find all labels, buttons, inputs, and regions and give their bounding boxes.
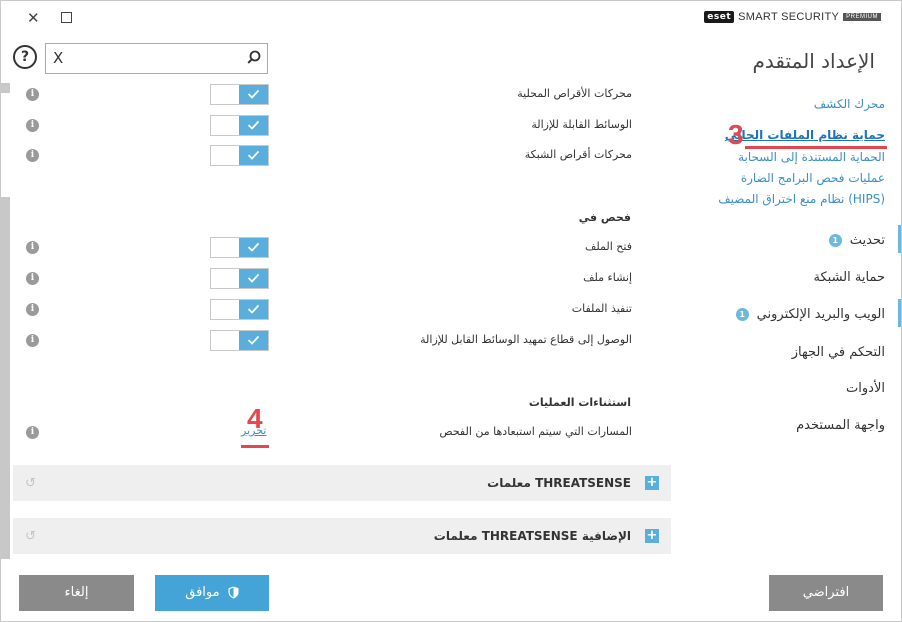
info-icon[interactable]: i [26, 149, 39, 162]
info-icon[interactable]: i [26, 303, 39, 316]
step-marker-4-underline [241, 445, 269, 448]
product-brand: eset SMART SECURITY PREMIUM [704, 11, 881, 23]
settings-row-file-execution: i تنفيذ الملفات [19, 298, 659, 322]
sidebar-subitem-realtime-protection[interactable]: حماية نظام الملفات الحالي [725, 128, 885, 142]
step-marker-3-underline [745, 146, 887, 149]
web-email-count-badge: 1 [735, 308, 749, 321]
sidebar-item-tools[interactable]: الأدوات [846, 381, 885, 396]
boot-sector-access-toggle[interactable] [210, 330, 269, 351]
info-icon[interactable]: i [26, 88, 39, 101]
file-open-toggle[interactable] [210, 237, 269, 258]
product-name: SMART SECURITY [738, 11, 840, 23]
sidebar-item-label: التحكم في الجهاز [791, 345, 885, 360]
sidebar-item-user-interface[interactable]: واجهة المستخدم [796, 418, 885, 433]
sidebar-item-web-email[interactable]: 1 الويب والبريد الإلكتروني [735, 307, 885, 322]
info-icon[interactable]: i [26, 119, 39, 132]
settings-row-excluded-paths: i تحرير المسارات التي سيتم استبعادها من … [19, 421, 659, 445]
eset-logo: eset [704, 11, 735, 23]
expand-icon[interactable]: + [645, 529, 659, 543]
close-window-icon[interactable]: ✕ [27, 10, 40, 26]
sidebar-item-label: الأدوات [846, 381, 885, 396]
info-icon[interactable]: i [26, 426, 39, 439]
exclusions-section-title: استثناءات العمليات [528, 396, 631, 409]
file-execution-toggle[interactable] [210, 299, 269, 320]
sidebar-item-update[interactable]: 1 تحديث [828, 233, 885, 248]
ok-button-label: موافق [185, 585, 220, 600]
step-marker-4: 4 [247, 403, 263, 434]
row-label: المسارات التي سيتم استبعادها من الفحص [439, 425, 632, 438]
scroll-indicator[interactable] [1, 197, 10, 559]
maximize-window-icon[interactable] [61, 12, 72, 23]
search-icon[interactable] [247, 50, 261, 64]
sidebar-item-label: الويب والبريد الإلكتروني [756, 307, 885, 322]
default-button[interactable]: افتراضي [769, 575, 883, 611]
clear-search-icon[interactable]: X [53, 49, 63, 67]
settings-row-boot-sector-access: i الوصول إلى قطاع تمهيد الوسائط القابل ل… [19, 329, 659, 353]
local-drives-toggle[interactable] [210, 84, 269, 105]
sidebar-subitem-malware-scans[interactable]: عمليات فحص البرامج الضارة [741, 171, 885, 185]
info-icon[interactable]: i [26, 272, 39, 285]
product-tier-badge: PREMIUM [843, 13, 881, 21]
row-label: إنشاء ملف [583, 271, 632, 284]
row-label: محركات الأقراص المحلية [517, 87, 632, 100]
page-title: الإعداد المتقدم [752, 49, 875, 73]
reset-icon[interactable]: ↺ [25, 476, 36, 491]
sidebar-item-label: حماية الشبكة [813, 270, 885, 285]
sidebar-item-device-control[interactable]: التحكم في الجهاز [792, 345, 885, 360]
sidebar-item-web-email-marker [898, 299, 901, 327]
sidebar-item-update-marker [898, 225, 901, 253]
update-count-badge: 1 [828, 234, 842, 247]
settings-window: ✕ eset SMART SECURITY PREMIUM الإعداد ال… [0, 0, 902, 622]
settings-sidebar: الإعداد المتقدم محرك الكشف حماية نظام ال… [669, 29, 901, 559]
sidebar-item-label: تحديث [849, 233, 885, 248]
sidebar-item-network-protection[interactable]: حماية الشبكة [814, 270, 885, 285]
file-creation-toggle[interactable] [210, 268, 269, 289]
group-label: معلمات THREATSENSE [487, 476, 631, 490]
step-marker-3: 3 [728, 119, 744, 150]
network-drives-toggle[interactable] [210, 145, 269, 166]
help-icon[interactable]: ? [13, 45, 37, 69]
scroll-indicator-top [1, 83, 10, 93]
sidebar-subitem-hips[interactable]: نظام منع اختراق المضيف (HIPS) [718, 192, 885, 206]
settings-row-network-drives: i محركات أقراص الشبكة [19, 144, 659, 168]
sidebar-item-label: واجهة المستخدم [796, 418, 885, 433]
sidebar-subitem-detection-engine[interactable]: محرك الكشف [814, 97, 885, 111]
row-label: محركات أقراص الشبكة [524, 148, 632, 161]
group-label: معلمات THREATSENSE الإضافية [433, 529, 631, 543]
settings-row-file-open: i فتح الملف [19, 236, 659, 260]
row-label: فتح الملف [585, 240, 632, 253]
info-icon[interactable]: i [26, 241, 39, 254]
reset-icon[interactable]: ↺ [25, 529, 36, 544]
settings-row-file-creation: i إنشاء ملف [19, 267, 659, 291]
threatsense-parameters-group[interactable]: ↺ معلمات THREATSENSE + [13, 465, 671, 501]
sidebar-subitem-cloud-protection[interactable]: الحماية المستندة إلى السحابة [738, 150, 885, 164]
row-label: الوسائط القابلة للإزالة [531, 118, 632, 131]
additional-threatsense-parameters-group[interactable]: ↺ معلمات THREATSENSE الإضافية + [13, 518, 671, 554]
search-input[interactable]: X [45, 43, 268, 74]
row-label: تنفيذ الملفات [571, 302, 632, 315]
removable-media-toggle[interactable] [210, 115, 269, 136]
ok-button[interactable]: موافق [155, 575, 269, 611]
settings-content-pane: ? X i محركات الأقراص المحلية i الوسائط ا… [1, 29, 685, 559]
row-label: الوصول إلى قطاع تمهيد الوسائط القابل للإ… [420, 333, 632, 346]
info-icon[interactable]: i [26, 334, 39, 347]
settings-row-removable-media: i الوسائط القابلة للإزالة [19, 114, 659, 138]
scan-on-section-title: فحص في [578, 211, 631, 224]
cancel-button[interactable]: إلغاء [19, 575, 134, 611]
shield-icon [228, 586, 239, 599]
expand-icon[interactable]: + [645, 476, 659, 490]
settings-row-local-drives: i محركات الأقراص المحلية [19, 83, 659, 107]
